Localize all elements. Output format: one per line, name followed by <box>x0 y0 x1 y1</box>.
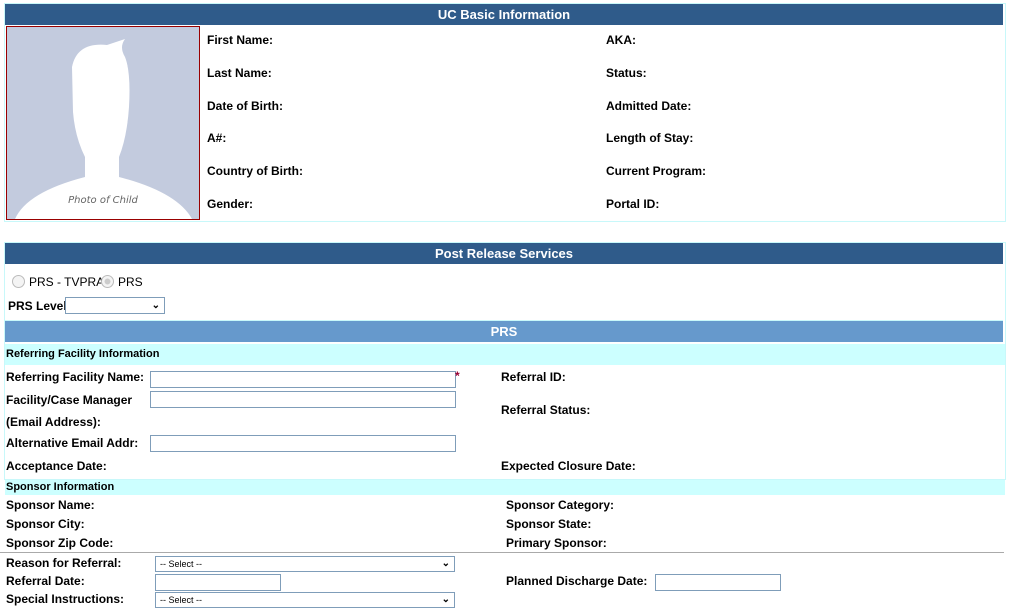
first-name-label: First Name: <box>207 33 274 47</box>
special-instructions-select[interactable]: -- Select -- ⌄ <box>155 592 455 608</box>
sponsor-name-label: Sponsor Name: <box>6 498 95 512</box>
dob-label: Date of Birth: <box>207 99 283 113</box>
planned-discharge-input[interactable] <box>655 574 781 591</box>
sponsor-city-label: Sponsor City: <box>6 517 85 531</box>
chevron-down-icon: ⌄ <box>441 558 450 569</box>
case-manager-label: Facility/Case Manager <box>6 393 133 407</box>
radio-prs-tvpra[interactable] <box>12 275 25 288</box>
referral-status-label: Referral Status: <box>501 403 591 417</box>
facility-name-input[interactable] <box>150 371 456 388</box>
chevron-down-icon: ⌄ <box>151 300 160 311</box>
referring-facility-section: Referring Facility Information <box>5 344 1005 365</box>
portal-id-label: Portal ID: <box>606 197 660 211</box>
referral-date-input[interactable] <box>155 574 281 591</box>
photo-caption: Photo of Child <box>68 195 138 206</box>
current-program-label: Current Program: <box>606 164 707 178</box>
referral-id-label: Referral ID: <box>501 370 566 384</box>
radio-prs-label: PRS <box>118 275 143 289</box>
sponsor-state-label: Sponsor State: <box>506 517 592 531</box>
case-manager-email-input[interactable] <box>150 391 456 408</box>
alt-email-input[interactable] <box>150 435 456 452</box>
referral-date-label: Referral Date: <box>6 574 85 588</box>
planned-discharge-label: Planned Discharge Date: <box>506 574 648 588</box>
required-asterisk: * <box>455 369 460 383</box>
prs-level-select[interactable]: ⌄ <box>65 297 165 314</box>
basic-info-header: UC Basic Information <box>5 4 1003 25</box>
divider <box>0 552 1004 553</box>
child-photo: Photo of Child <box>6 26 200 220</box>
chevron-down-icon: ⌄ <box>441 594 450 605</box>
sponsor-section: Sponsor Information <box>5 480 1005 495</box>
special-instructions-label: Special Instructions: <box>6 592 125 606</box>
last-name-label: Last Name: <box>207 66 272 80</box>
status-label: Status: <box>606 66 647 80</box>
radio-prs-tvpra-label: PRS - TVPRA <box>29 275 105 289</box>
length-of-stay-label: Length of Stay: <box>606 131 694 145</box>
primary-sponsor-label: Primary Sponsor: <box>506 536 607 550</box>
sponsor-zip-label: Sponsor Zip Code: <box>6 536 114 550</box>
facility-name-label: Referring Facility Name: <box>6 370 145 384</box>
country-label: Country of Birth: <box>207 164 303 178</box>
prs-header: PRS <box>5 320 1003 342</box>
reason-label: Reason for Referral: <box>6 556 122 570</box>
post-release-header: Post Release Services <box>5 243 1003 264</box>
prs-level-label: PRS Level: <box>8 299 71 313</box>
radio-prs[interactable] <box>101 275 114 288</box>
a-number-label: A#: <box>207 131 227 145</box>
expected-closure-label: Expected Closure Date: <box>501 459 636 473</box>
reason-select[interactable]: -- Select -- ⌄ <box>155 556 455 572</box>
acceptance-date-label: Acceptance Date: <box>6 459 107 473</box>
aka-label: AKA: <box>606 33 636 47</box>
admitted-date-label: Admitted Date: <box>606 99 692 113</box>
email-address-label: (Email Address): <box>6 415 101 429</box>
sponsor-category-label: Sponsor Category: <box>506 498 615 512</box>
gender-label: Gender: <box>207 197 254 211</box>
alt-email-label: Alternative Email Addr: <box>6 436 139 450</box>
person-silhouette-icon <box>15 39 192 219</box>
